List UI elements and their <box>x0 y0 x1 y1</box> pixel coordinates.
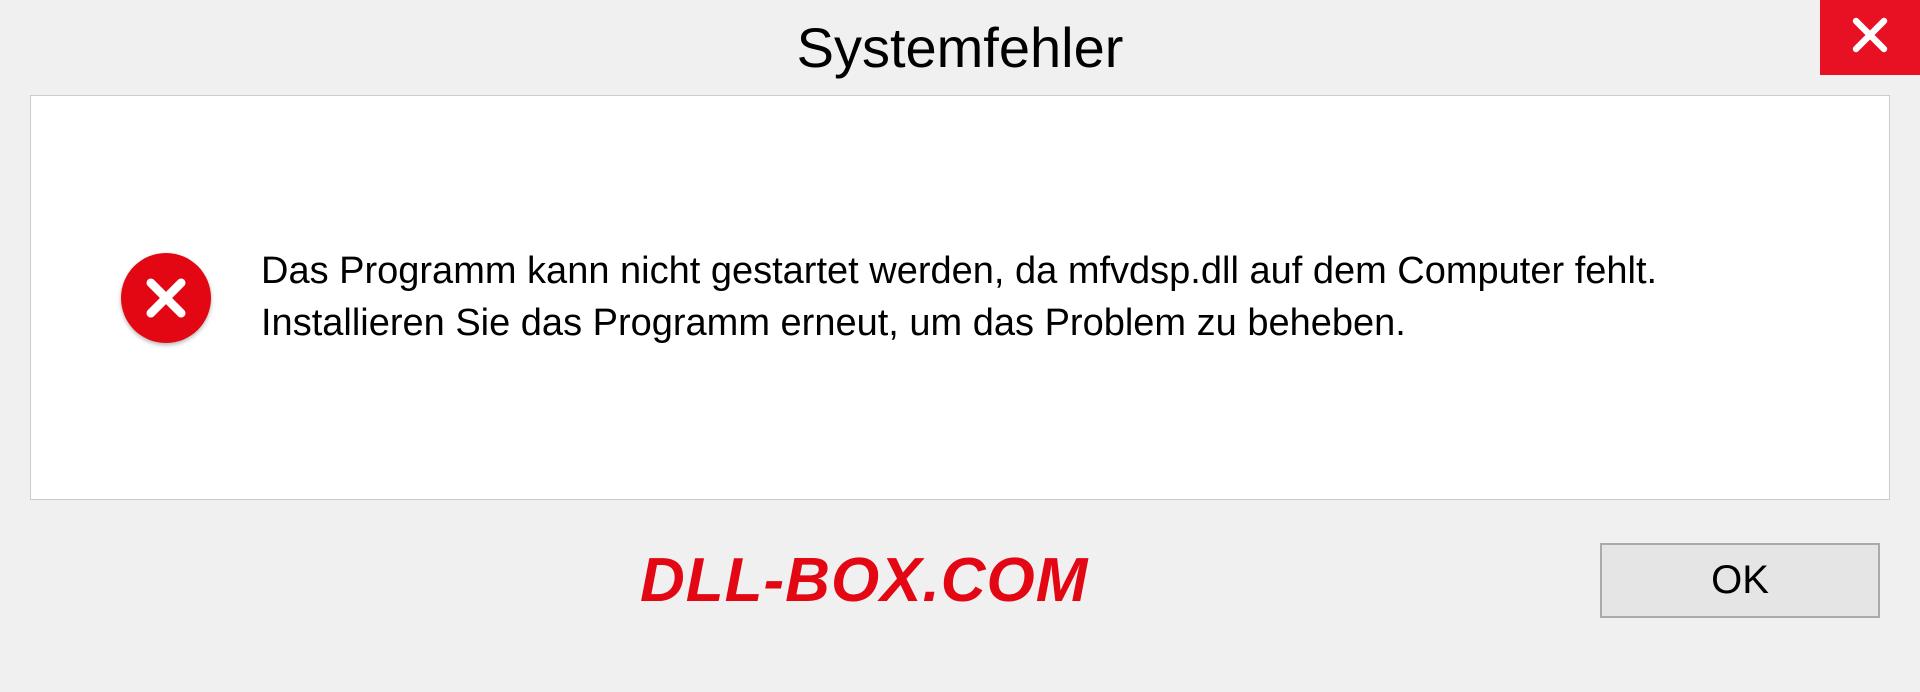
dialog-title: Systemfehler <box>797 15 1124 80</box>
close-button[interactable] <box>1820 0 1920 75</box>
error-icon <box>121 253 211 343</box>
footer: DLL-BOX.COM OK <box>0 500 1920 660</box>
close-icon <box>1846 11 1894 64</box>
ok-button[interactable]: OK <box>1600 543 1880 618</box>
watermark-text: DLL-BOX.COM <box>640 545 1088 616</box>
titlebar: Systemfehler <box>0 0 1920 95</box>
error-message: Das Programm kann nicht gestartet werden… <box>261 246 1849 349</box>
error-dialog: Systemfehler Das Programm kann nicht ges… <box>0 0 1920 692</box>
content-area: Das Programm kann nicht gestartet werden… <box>30 95 1890 500</box>
